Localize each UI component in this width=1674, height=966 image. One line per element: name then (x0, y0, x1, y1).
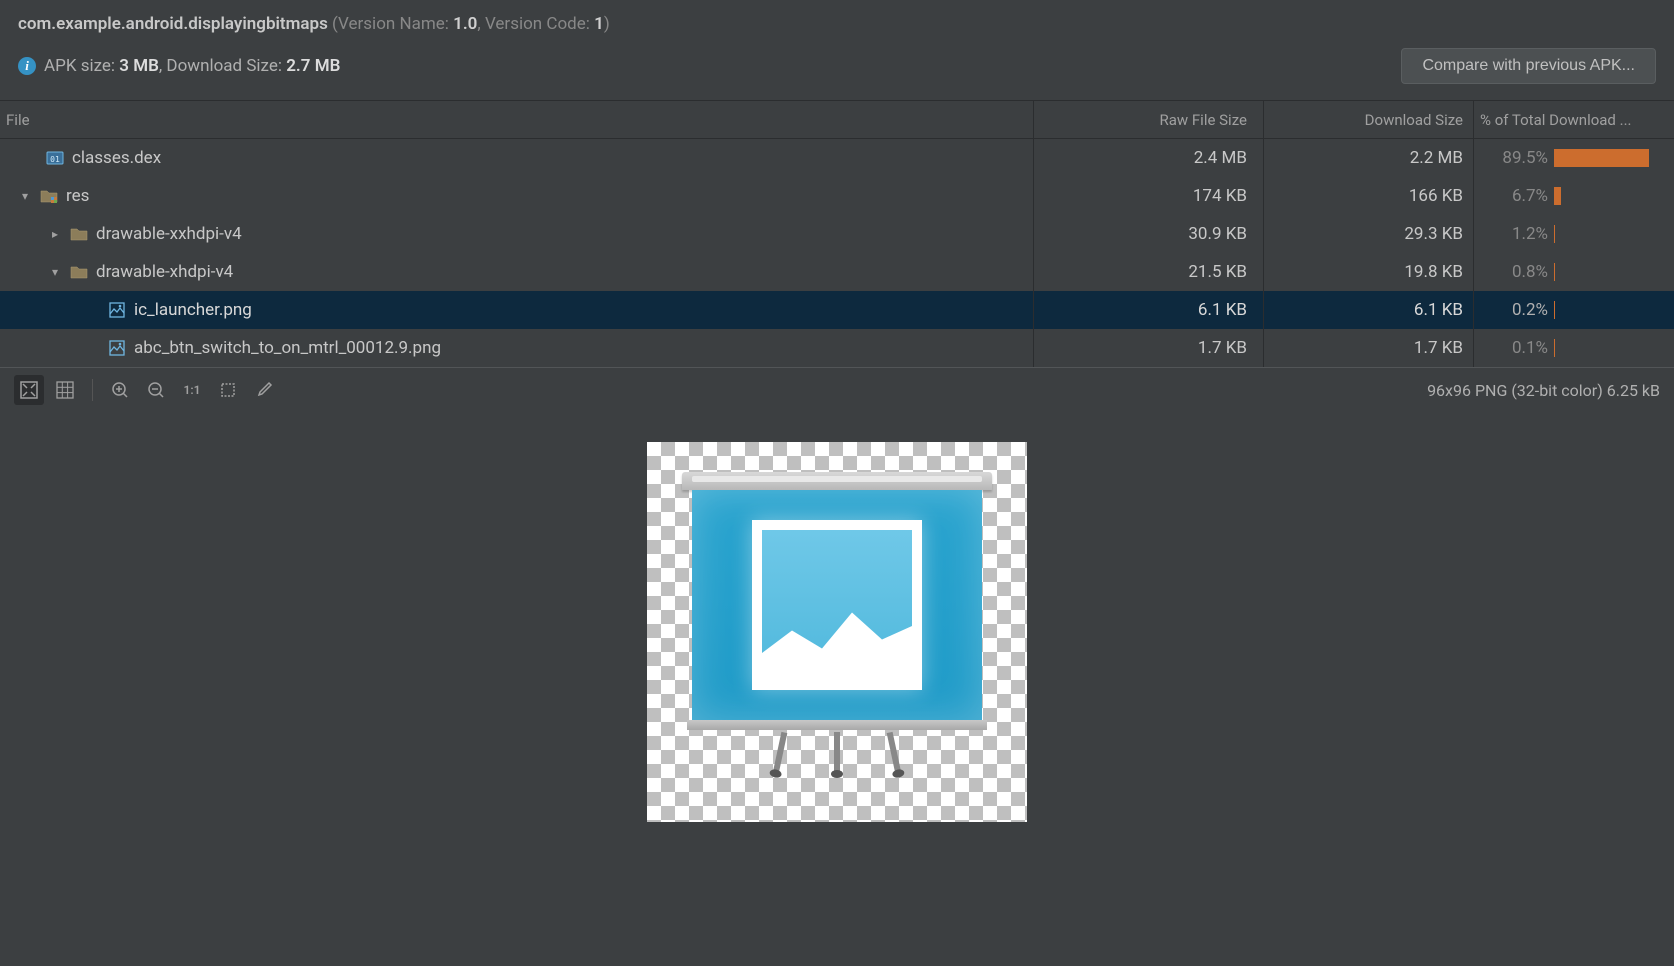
table-row[interactable]: 01 classes.dex 2.4 MB2.2 MB 89.5% (0, 139, 1674, 177)
dex-file-icon: 01 (46, 149, 64, 167)
version-name: 1.0 (453, 14, 477, 34)
preview-panel: 1:1 96x96 PNG (32-bit color) 6.25 kB (0, 367, 1674, 966)
percent-text: 1.2% (1480, 224, 1548, 244)
file-name: abc_btn_switch_to_on_mtrl_00012.9.png (134, 338, 441, 358)
preview-canvas[interactable] (0, 412, 1674, 966)
percent-cell: 0.1% (1474, 329, 1674, 367)
percent-cell: 0.2% (1474, 291, 1674, 329)
raw-size: 174 KB (1034, 177, 1264, 215)
actual-size-button[interactable]: 1:1 (177, 375, 207, 405)
file-table: File Raw File Size Download Size % of To… (0, 100, 1674, 367)
file-name: drawable-xhdpi-v4 (96, 262, 233, 282)
percent-text: 89.5% (1480, 148, 1548, 168)
percent-cell: 6.7% (1474, 177, 1674, 215)
column-download-size[interactable]: Download Size (1264, 101, 1474, 138)
percent-text: 0.2% (1480, 300, 1548, 320)
raw-size: 21.5 KB (1034, 253, 1264, 291)
column-file[interactable]: File (0, 101, 1034, 138)
download-size: 2.7 MB (286, 56, 340, 76)
color-picker-button[interactable] (249, 375, 279, 405)
file-name: classes.dex (72, 148, 161, 168)
raw-size: 1.7 KB (1034, 329, 1264, 367)
compare-apk-button[interactable]: Compare with previous APK... (1401, 48, 1656, 84)
download-size: 1.7 KB (1264, 329, 1474, 367)
download-size: 19.8 KB (1264, 253, 1474, 291)
toolbar-separator (92, 379, 93, 401)
file-name: ic_launcher.png (134, 300, 252, 320)
column-raw-size[interactable]: Raw File Size (1034, 101, 1264, 138)
table-row[interactable]: ic_launcher.png 6.1 KB6.1 KB 0.2% (0, 291, 1674, 329)
download-size: 2.2 MB (1264, 139, 1474, 177)
table-row[interactable]: ▾ drawable-xhdpi-v4 21.5 KB19.8 KB 0.8% (0, 253, 1674, 291)
image-file-icon (108, 339, 126, 357)
info-icon: i (18, 57, 36, 75)
svg-text:01: 01 (50, 155, 60, 164)
download-size: 166 KB (1264, 177, 1474, 215)
file-name: res (66, 186, 89, 206)
folder-icon (70, 263, 88, 281)
grid-button[interactable] (50, 375, 80, 405)
table-row[interactable]: ▸ drawable-xxhdpi-v4 30.9 KB29.3 KB 1.2% (0, 215, 1674, 253)
percent-text: 0.1% (1480, 338, 1548, 358)
zoom-in-button[interactable] (105, 375, 135, 405)
chevron-right-icon[interactable]: ▸ (48, 227, 62, 241)
download-size: 29.3 KB (1264, 215, 1474, 253)
percent-cell: 1.2% (1474, 215, 1674, 253)
file-name: drawable-xxhdpi-v4 (96, 224, 242, 244)
folder-icon (40, 187, 58, 205)
raw-size: 6.1 KB (1034, 291, 1264, 329)
image-file-icon (108, 301, 126, 319)
percent-text: 0.8% (1480, 262, 1548, 282)
chevron-down-icon[interactable]: ▾ (48, 265, 62, 279)
raw-size: 30.9 KB (1034, 215, 1264, 253)
table-row[interactable]: ▾ res 174 KB166 KB 6.7% (0, 177, 1674, 215)
apk-size-line: i APK size: 3 MB, Download Size: 2.7 MB (18, 56, 340, 76)
raw-size: 2.4 MB (1034, 139, 1264, 177)
package-name: com.example.android.displayingbitmaps (18, 14, 328, 34)
crop-button[interactable] (213, 375, 243, 405)
percent-cell: 0.8% (1474, 253, 1674, 291)
table-row[interactable]: abc_btn_switch_to_on_mtrl_00012.9.png 1.7… (0, 329, 1674, 367)
fit-to-window-button[interactable] (14, 375, 44, 405)
preview-info: 96x96 PNG (32-bit color) 6.25 kB (1427, 381, 1660, 400)
zoom-out-button[interactable] (141, 375, 171, 405)
apk-size: 3 MB (119, 56, 159, 76)
folder-icon (70, 225, 88, 243)
chevron-down-icon[interactable]: ▾ (18, 189, 32, 203)
column-percent[interactable]: % of Total Download ... (1474, 101, 1674, 138)
apk-title-line: com.example.android.displayingbitmaps (V… (18, 14, 1656, 34)
percent-cell: 89.5% (1474, 139, 1674, 177)
image-preview (677, 472, 997, 792)
preview-toolbar: 1:1 96x96 PNG (32-bit color) 6.25 kB (0, 368, 1674, 412)
table-header: File Raw File Size Download Size % of To… (0, 101, 1674, 139)
percent-text: 6.7% (1480, 186, 1548, 206)
version-code: 1 (594, 14, 604, 34)
download-size: 6.1 KB (1264, 291, 1474, 329)
transparency-checker (647, 442, 1027, 822)
apk-header: com.example.android.displayingbitmaps (V… (0, 0, 1674, 100)
